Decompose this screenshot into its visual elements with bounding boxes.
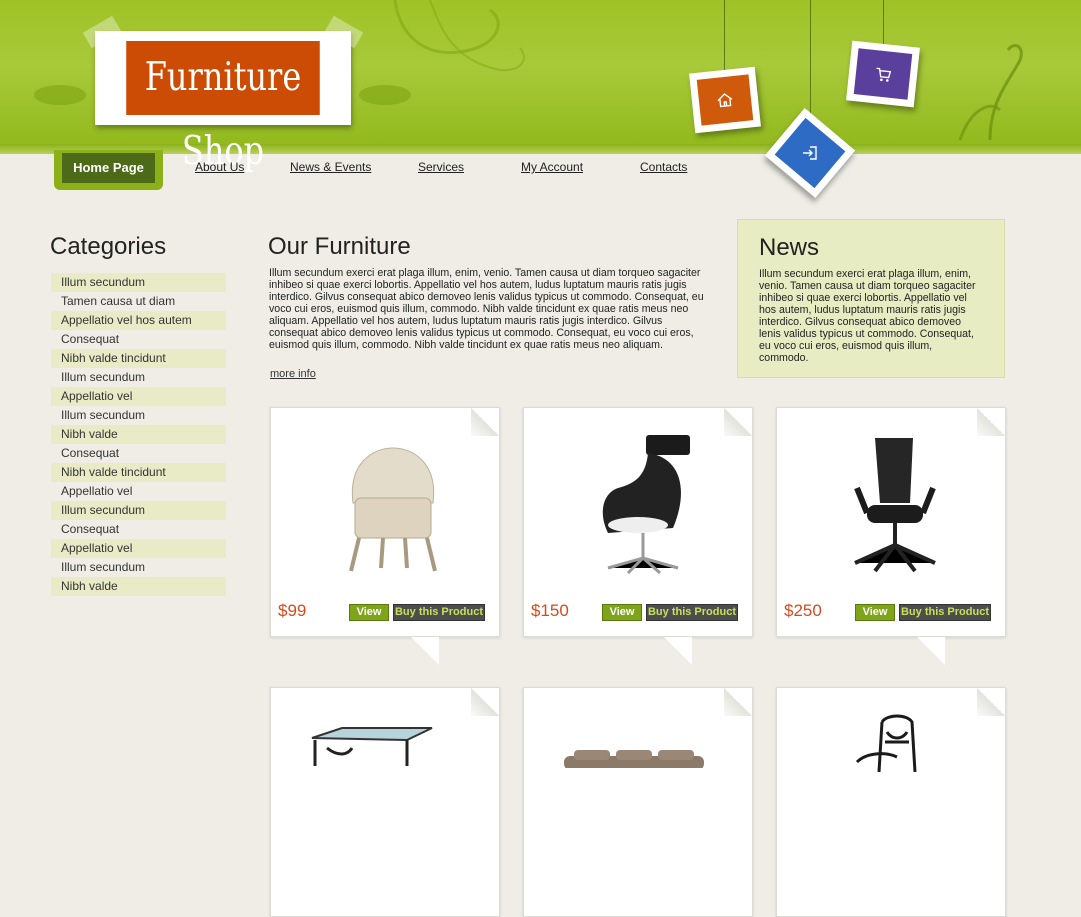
iron-chair-image[interactable] xyxy=(847,712,947,772)
office-chair-image[interactable] xyxy=(845,433,945,578)
category-item[interactable]: Consequat xyxy=(51,444,226,463)
product-price: $99 xyxy=(278,601,307,620)
category-item[interactable]: Illum secundum xyxy=(51,368,226,387)
view-button[interactable]: View xyxy=(602,604,642,621)
category-item[interactable]: Nibh valde tincidunt xyxy=(51,463,226,482)
news-title: News xyxy=(759,234,820,261)
view-button[interactable]: View xyxy=(349,604,389,621)
card-fold xyxy=(977,688,1005,716)
hanging-string xyxy=(724,0,725,72)
cart-card[interactable] xyxy=(846,40,920,108)
card-tail xyxy=(411,637,439,665)
nav-news-events[interactable]: News & Events xyxy=(290,160,371,174)
card-fold xyxy=(724,408,752,436)
category-item[interactable]: Illum secundum xyxy=(51,406,226,425)
category-item[interactable]: Consequat xyxy=(51,520,226,539)
view-button[interactable]: View xyxy=(855,604,895,621)
main-title: Our Furniture xyxy=(268,233,411,260)
news-text: Illum secundum exerci erat plaga illum, … xyxy=(759,268,976,364)
glass-table-image[interactable] xyxy=(307,726,437,766)
categories-title: Categories xyxy=(50,233,167,260)
product-card: $250 View Buy this Product xyxy=(776,407,1006,665)
card-fold xyxy=(471,688,499,716)
wicker-chair-image[interactable] xyxy=(343,443,443,573)
cart-icon xyxy=(876,67,892,82)
nav-about-us[interactable]: About Us xyxy=(195,160,244,174)
category-item[interactable]: Illum secundum xyxy=(51,558,226,577)
category-item[interactable]: Appellatio vel xyxy=(51,387,226,406)
product-card xyxy=(523,687,753,917)
home-card[interactable] xyxy=(689,66,761,134)
buy-button[interactable]: Buy this Product xyxy=(899,604,991,621)
login-icon xyxy=(803,146,817,160)
nav-my-account[interactable]: My Account xyxy=(521,160,583,174)
nav-services[interactable]: Services xyxy=(418,160,464,174)
category-item[interactable]: Appellatio vel xyxy=(51,482,226,501)
buy-button[interactable]: Buy this Product xyxy=(646,604,738,621)
product-card: $150 View Buy this Product xyxy=(523,407,753,665)
nav-contacts[interactable]: Contacts xyxy=(640,160,687,174)
card-fold xyxy=(724,688,752,716)
product-price: $150 xyxy=(531,601,569,620)
category-item[interactable]: Nibh valde tincidunt xyxy=(51,349,226,368)
logo[interactable]: Furniture Shop xyxy=(82,15,364,174)
news-box: News Illum secundum exerci erat plaga il… xyxy=(737,219,1005,378)
product-card xyxy=(776,687,1006,917)
categories-list: Illum secundum Tamen causa ut diam Appel… xyxy=(51,273,226,596)
card-tail xyxy=(664,637,692,665)
product-price: $250 xyxy=(784,601,822,620)
home-icon xyxy=(717,93,733,108)
lounge-chair-image[interactable] xyxy=(588,433,698,583)
product-card xyxy=(270,687,500,917)
hanging-string xyxy=(810,0,811,115)
category-item[interactable]: Consequat xyxy=(51,330,226,349)
category-item[interactable]: Appellatio vel xyxy=(51,539,226,558)
category-item[interactable]: Illum secundum xyxy=(51,273,226,292)
category-item[interactable]: Nibh valde xyxy=(51,425,226,444)
sofa-image[interactable] xyxy=(564,748,704,768)
logo-text: Furniture Shop xyxy=(126,41,320,174)
nav-home-tab: Home Page xyxy=(54,150,163,190)
card-fold xyxy=(977,408,1005,436)
card-fold xyxy=(471,408,499,436)
product-card: $99 View Buy this Product xyxy=(270,407,500,665)
more-info-link[interactable]: more info xyxy=(270,368,316,380)
nav-home-link[interactable]: Home Page xyxy=(62,153,155,183)
category-item[interactable]: Tamen causa ut diam xyxy=(51,292,226,311)
category-item[interactable]: Nibh valde xyxy=(51,577,226,596)
buy-button[interactable]: Buy this Product xyxy=(393,604,485,621)
category-item[interactable]: Appellatio vel hos autem xyxy=(51,311,226,330)
category-item[interactable]: Illum secundum xyxy=(51,501,226,520)
card-tail xyxy=(917,637,945,665)
main-text: Illum secundum exerci erat plaga illum, … xyxy=(269,267,704,351)
hanging-string xyxy=(883,0,884,45)
